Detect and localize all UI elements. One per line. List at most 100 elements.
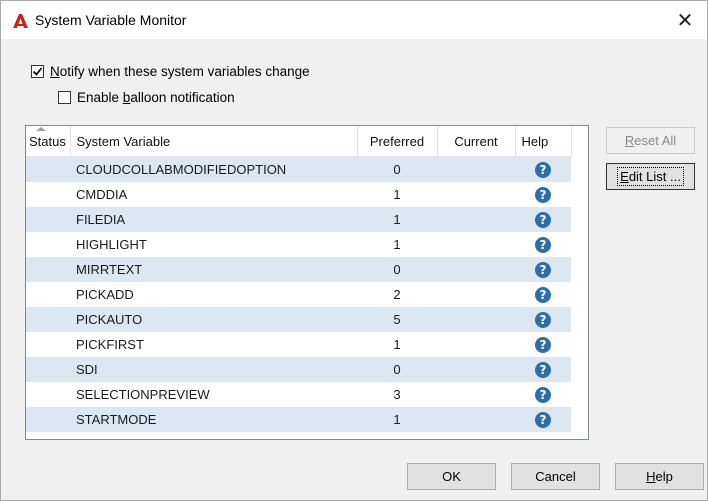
question-mark-icon[interactable]: ? — [535, 161, 551, 178]
checkmark-icon — [32, 67, 43, 76]
variable-name-cell[interactable]: MIRRTEXT — [70, 257, 357, 282]
column-header-current-label: Current — [454, 133, 498, 149]
balloon-checkbox[interactable] — [58, 91, 71, 104]
system-variable-grid[interactable]: Status System Variable Preferred Current… — [25, 125, 589, 440]
status-cell[interactable] — [26, 156, 70, 182]
variable-name-cell[interactable]: HIGHLIGHT — [70, 232, 357, 257]
preferred-value-cell[interactable]: 0 — [357, 156, 437, 182]
edit-list-label: Edit List ... — [617, 167, 684, 186]
variable-name-cell[interactable]: PICKADD — [70, 282, 357, 307]
variable-name-cell[interactable]: SELECTIONPREVIEW — [70, 382, 357, 407]
preferred-value-cell[interactable]: 1 — [357, 232, 437, 257]
current-value-cell[interactable] — [437, 307, 515, 332]
status-cell[interactable] — [26, 357, 70, 382]
status-cell[interactable] — [26, 207, 70, 232]
column-header-help[interactable]: Help — [515, 126, 572, 157]
question-mark-icon[interactable]: ? — [535, 336, 551, 353]
variable-name-cell[interactable]: SDI — [70, 357, 357, 382]
column-header-current[interactable]: Current — [437, 126, 516, 157]
question-mark-icon[interactable]: ? — [535, 311, 551, 328]
edit-list-button[interactable]: Edit List ... — [606, 163, 695, 190]
status-cell[interactable] — [26, 257, 70, 282]
preferred-value-cell[interactable]: 1 — [357, 207, 437, 232]
current-value-cell[interactable] — [437, 257, 515, 282]
preferred-value-cell[interactable]: 0 — [357, 257, 437, 282]
status-cell[interactable] — [26, 182, 70, 207]
reset-all-label-accesskey: R — [624, 133, 635, 148]
balloon-label: Enable balloon notification — [77, 90, 235, 105]
current-value-cell[interactable] — [437, 182, 515, 207]
current-value-cell[interactable] — [437, 407, 515, 432]
help-cell: ? — [515, 307, 571, 332]
question-mark-icon[interactable]: ? — [535, 411, 551, 428]
status-cell[interactable] — [26, 407, 70, 432]
help-cell: ? — [515, 282, 571, 307]
status-cell[interactable] — [26, 282, 70, 307]
table-row[interactable]: PICKFIRST 1? — [26, 332, 571, 357]
preferred-value-cell[interactable]: 1 — [357, 182, 437, 207]
column-header-preferred[interactable]: Preferred — [357, 126, 438, 157]
preferred-value-cell[interactable]: 1 — [357, 332, 437, 357]
status-cell[interactable] — [26, 307, 70, 332]
variable-name-cell[interactable]: FILEDIA — [70, 207, 357, 232]
preferred-value-cell[interactable]: 3 — [357, 382, 437, 407]
column-header-status[interactable]: Status — [26, 126, 71, 157]
table-row[interactable]: PICKADD 2? — [26, 282, 571, 307]
help-label: Help — [646, 469, 673, 484]
current-value-cell[interactable] — [437, 156, 515, 182]
table-row[interactable]: FILEDIA 1? — [26, 207, 571, 232]
current-value-cell[interactable] — [437, 357, 515, 382]
preferred-value-cell[interactable]: 2 — [357, 282, 437, 307]
preferred-value-cell[interactable]: 5 — [357, 307, 437, 332]
header-row: Status System Variable Preferred Current… — [26, 126, 572, 157]
ok-button[interactable]: OK — [407, 463, 496, 490]
question-mark-icon[interactable]: ? — [535, 261, 551, 278]
system-variable-monitor-dialog: System Variable Monitor ✕ Notify when th… — [0, 0, 708, 501]
column-header-status-label: Status — [29, 133, 66, 149]
close-icon: ✕ — [676, 9, 694, 32]
variable-name-cell[interactable]: CLOUDCOLLABMODIFIEDOPTION — [70, 156, 357, 182]
current-value-cell[interactable] — [437, 207, 515, 232]
current-value-cell[interactable] — [437, 332, 515, 357]
notify-checkbox[interactable] — [31, 65, 44, 78]
table-row[interactable]: CMDDIA 1? — [26, 182, 571, 207]
current-value-cell[interactable] — [437, 382, 515, 407]
question-mark-icon[interactable]: ? — [535, 186, 551, 203]
variable-name-cell[interactable]: CMDDIA — [70, 182, 357, 207]
variable-name-cell[interactable]: PICKAUTO — [70, 307, 357, 332]
status-cell[interactable] — [26, 332, 70, 357]
balloon-option[interactable]: Enable balloon notification — [58, 90, 235, 105]
system-variable-table: Status System Variable Preferred Current… — [26, 126, 572, 432]
question-mark-icon[interactable]: ? — [535, 286, 551, 303]
table-row[interactable]: CLOUDCOLLABMODIFIEDOPTION 0? — [26, 156, 571, 182]
variable-name-cell[interactable]: PICKFIRST — [70, 332, 357, 357]
reset-all-button[interactable]: Reset All — [606, 127, 695, 154]
table-row[interactable]: SDI 0? — [26, 357, 571, 382]
status-cell[interactable] — [26, 382, 70, 407]
question-mark-icon[interactable]: ? — [535, 211, 551, 228]
question-mark-icon[interactable]: ? — [535, 236, 551, 253]
question-mark-icon[interactable]: ? — [535, 386, 551, 403]
help-cell: ? — [515, 357, 571, 382]
help-cell: ? — [515, 382, 571, 407]
table-row[interactable]: SELECTIONPREVIEW 3? — [26, 382, 571, 407]
table-row[interactable]: PICKAUTO 5? — [26, 307, 571, 332]
status-cell[interactable] — [26, 232, 70, 257]
current-value-cell[interactable] — [437, 232, 515, 257]
cancel-label: Cancel — [535, 469, 576, 484]
notify-option[interactable]: Notify when these system variables chang… — [31, 64, 310, 79]
column-header-system-variable[interactable]: System Variable — [70, 126, 358, 157]
preferred-value-cell[interactable]: 0 — [357, 357, 437, 382]
table-row[interactable]: MIRRTEXT 0? — [26, 257, 571, 282]
close-button[interactable]: ✕ — [663, 1, 707, 39]
variable-name-cell[interactable]: STARTMODE — [70, 407, 357, 432]
question-mark-icon[interactable]: ? — [535, 361, 551, 378]
preferred-value-cell[interactable]: 1 — [357, 407, 437, 432]
table-row[interactable]: HIGHLIGHT 1? — [26, 232, 571, 257]
cancel-button[interactable]: Cancel — [511, 463, 600, 490]
help-button[interactable]: Help — [615, 463, 704, 490]
edit-list-label-post: dit List ... — [628, 169, 681, 184]
column-header-system-variable-label: System Variable — [76, 133, 171, 149]
table-row[interactable]: STARTMODE 1? — [26, 407, 571, 432]
current-value-cell[interactable] — [437, 282, 515, 307]
